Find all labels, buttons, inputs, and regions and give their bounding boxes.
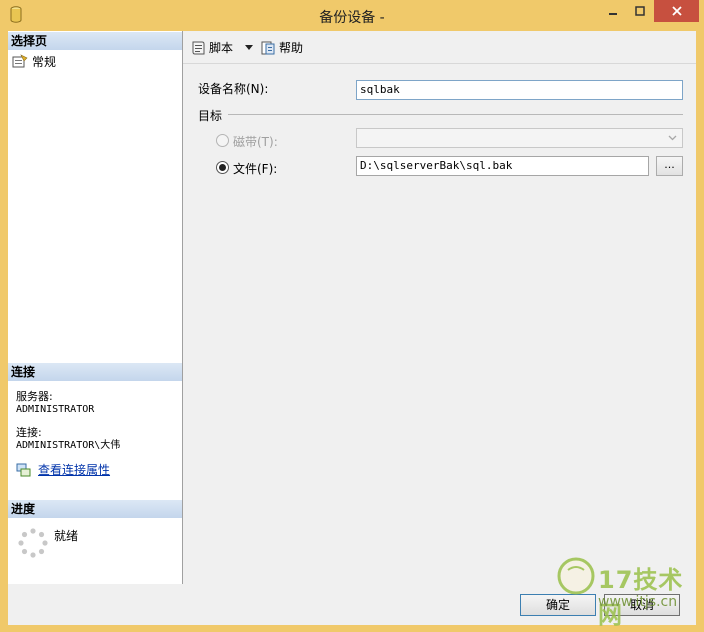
file-path-input[interactable]: D:\sqlserverBak\sql.bak [356,156,649,176]
script-button[interactable]: 脚本 [190,39,233,56]
main-content: 脚本 帮助 设备名称(N): sqlbak 目标 磁带(T): 文件(F): D… [183,31,696,584]
target-group-divider [228,114,683,115]
window-title: 备份设备 - [319,10,385,26]
tape-radio[interactable] [216,134,229,147]
view-connection-link[interactable]: 查看连接属性 [38,461,110,478]
server-label: 服务器: [16,390,53,403]
radio-selected-dot [219,164,226,171]
progress-spinner-icon [18,528,48,558]
device-name-input[interactable]: sqlbak [356,80,683,100]
browse-button[interactable]: ... [656,156,683,176]
connection-value: ADMINISTRATOR\大伟 [16,440,121,451]
help-icon [261,41,275,54]
dialog-client-area: 选择页 常规 连接 服务器: ADMINISTRATOR 连接: ADMINIS… [8,31,696,625]
file-label: 文件(F): [233,162,278,176]
connection-properties-icon [16,463,31,476]
progress-status: 就绪 [54,529,79,543]
script-icon [192,41,205,54]
server-value: ADMINISTRATOR [16,404,95,415]
tape-select[interactable] [356,128,683,148]
view-connection-properties[interactable]: 查看连接属性 [16,461,110,478]
minimize-button[interactable] [600,0,626,22]
help-button[interactable]: 帮助 [260,39,303,56]
minimize-icon [609,13,617,15]
progress-header: 进度 [8,500,182,518]
backup-device-window: 备份设备 - 选择页 常规 连接 服务器: ADMINISTRATOR 连接: … [0,0,704,632]
help-label: 帮助 [279,41,304,55]
watermark-url: www.itjs.cn [598,594,678,610]
sidebar-item-general[interactable]: 常规 [12,53,56,69]
target-group-label: 目标 [198,109,223,123]
device-name-label: 设备名称(N): [198,82,269,96]
maximize-button[interactable] [627,0,653,22]
title-bar[interactable]: 备份设备 - [0,0,704,30]
select-page-header: 选择页 [8,32,182,50]
script-dropdown-icon[interactable] [245,45,253,50]
script-label: 脚本 [209,41,234,55]
connection-label: 连接: [16,426,42,439]
maximize-icon [635,6,645,16]
general-page-icon [12,54,28,68]
sidebar-item-label: 常规 [32,54,57,69]
close-button[interactable] [654,0,699,22]
connection-header: 连接 [8,363,182,381]
file-radio[interactable] [216,161,229,174]
toolbar: 脚本 帮助 [183,31,696,64]
sidebar: 选择页 常规 连接 服务器: ADMINISTRATOR 连接: ADMINIS… [8,31,183,584]
watermark: 17技术网 www.itjs.cn [554,554,694,629]
tape-label: 磁带(T): [233,135,278,149]
watermark-logo-icon [557,557,595,595]
chevron-down-icon [668,135,677,141]
close-icon [671,6,682,16]
